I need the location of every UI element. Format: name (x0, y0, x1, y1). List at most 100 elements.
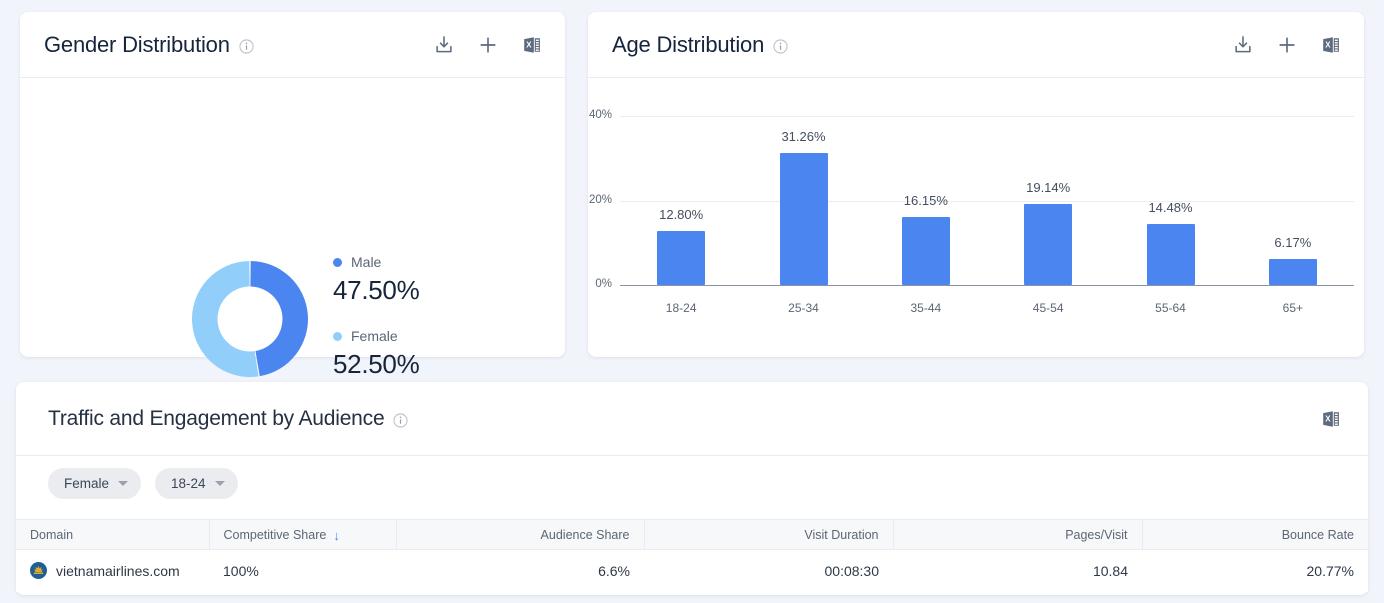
age-distribution-card: Age Distribution (588, 12, 1364, 357)
bar-55-64[interactable] (1147, 224, 1195, 285)
column-label-audience-share: Audience Share (541, 528, 630, 542)
cell-audience-share: 6.6% (396, 550, 644, 592)
bar-45-54[interactable] (1024, 204, 1072, 285)
svg-text:X: X (526, 40, 532, 49)
info-circle-icon[interactable] (239, 39, 254, 54)
column-header-domain[interactable]: Domain (16, 520, 209, 550)
legend-group-female: Female 52.50% (333, 328, 419, 380)
audience-filter-bar: Female 18-24 (48, 468, 238, 499)
svg-text:X: X (1325, 414, 1331, 423)
table-row[interactable]: vietnamairlines.com 100% 6.6% 00:08:30 1… (16, 550, 1368, 592)
gender-donut-chart (192, 261, 308, 377)
domain-name[interactable]: vietnamairlines.com (56, 563, 180, 579)
table-card-header: Traffic and Engagement by Audience X (16, 382, 1368, 456)
legend-dot-female (333, 332, 342, 341)
cell-domain: vietnamairlines.com (16, 550, 209, 592)
legend-label-male: Male (351, 254, 381, 270)
excel-export-icon[interactable]: X (1320, 34, 1342, 56)
bar-65+[interactable] (1269, 259, 1317, 285)
legend-dot-male (333, 258, 342, 267)
bar-value-label-18-24: 12.80% (631, 207, 731, 222)
audience-traffic-table: Domain Competitive Share ↓ Audience Share… (16, 519, 1368, 592)
bar-25-34[interactable] (780, 153, 828, 285)
traffic-engagement-card: Traffic and Engagement by Audience X (16, 382, 1368, 595)
donut-slice-female[interactable] (192, 261, 258, 377)
excel-export-icon[interactable]: X (1320, 408, 1342, 430)
age-card-actions: X (1232, 34, 1342, 56)
cell-visit-duration: 00:08:30 (644, 550, 893, 592)
column-header-competitive-share[interactable]: Competitive Share ↓ (209, 520, 396, 550)
column-header-pages-per-visit[interactable]: Pages/Visit (893, 520, 1142, 550)
legend-group-male: Male 47.50% (333, 254, 419, 306)
column-header-bounce-rate[interactable]: Bounce Rate (1142, 520, 1368, 550)
svg-text:X: X (1325, 40, 1331, 49)
competitive-share-value: 100% (223, 563, 266, 579)
x-axis-line (620, 285, 1354, 286)
plus-icon[interactable] (1276, 34, 1298, 56)
dashboard-page: Gender Distribution (0, 0, 1384, 603)
legend-label-female: Female (351, 328, 398, 344)
column-header-visit-duration[interactable]: Visit Duration (644, 520, 893, 550)
age-card-header: Age Distribution (588, 12, 1364, 78)
age-chart-body: 0%20%40%12.80%18-2431.26%25-3416.15%35-4… (588, 78, 1364, 356)
table-header-row: Domain Competitive Share ↓ Audience Share… (16, 520, 1368, 550)
bar-18-24[interactable] (657, 231, 705, 285)
legend-value-female: 52.50% (333, 349, 419, 380)
x-axis-tick-35-44: 35-44 (876, 301, 976, 315)
bar-value-label-55-64: 14.48% (1121, 200, 1221, 215)
bar-value-label-35-44: 16.15% (876, 193, 976, 208)
gender-card-title: Gender Distribution (44, 32, 230, 58)
info-circle-icon[interactable] (393, 413, 408, 428)
table-body: vietnamairlines.com 100% 6.6% 00:08:30 1… (16, 550, 1368, 592)
table-card-title: Traffic and Engagement by Audience (48, 407, 384, 431)
cell-competitive-share: 100% (209, 550, 396, 592)
y-axis-tick-0%: 0% (572, 278, 612, 290)
download-icon[interactable] (433, 34, 455, 56)
download-icon[interactable] (1232, 34, 1254, 56)
gender-distribution-card: Gender Distribution (20, 12, 565, 357)
x-axis-tick-18-24: 18-24 (631, 301, 731, 315)
x-axis-tick-45-54: 45-54 (998, 301, 1098, 315)
gender-card-actions: X (433, 34, 543, 56)
x-axis-tick-55-64: 55-64 (1121, 301, 1221, 315)
table-card-actions: X (1320, 408, 1342, 430)
cell-pages-per-visit: 10.84 (893, 550, 1142, 592)
excel-export-icon[interactable]: X (521, 34, 543, 56)
donut-slice-male[interactable] (250, 261, 308, 376)
column-label-competitive-share: Competitive Share (224, 528, 327, 542)
gender-card-header: Gender Distribution (20, 12, 565, 78)
chevron-down-icon (118, 481, 128, 486)
info-circle-icon[interactable] (773, 39, 788, 54)
bar-value-label-45-54: 19.14% (998, 180, 1098, 195)
age-card-title: Age Distribution (612, 32, 764, 58)
gender-filter-dropdown[interactable]: Female (48, 468, 141, 499)
vietnamairlines-favicon (30, 562, 47, 579)
gender-chart-body: Male 47.50% Female 52.50% (20, 78, 565, 356)
gender-legend: Male 47.50% Female 52.50% (333, 254, 419, 402)
gridline-20 (620, 201, 1354, 202)
y-axis-tick-20%: 20% (572, 194, 612, 206)
bar-35-44[interactable] (902, 217, 950, 285)
chevron-down-icon (215, 481, 225, 486)
legend-value-male: 47.50% (333, 275, 419, 306)
plus-icon[interactable] (477, 34, 499, 56)
sort-descending-icon[interactable]: ↓ (333, 529, 340, 542)
bar-value-label-25-34: 31.26% (754, 129, 854, 144)
column-label-pages-per-visit: Pages/Visit (1065, 528, 1127, 542)
column-header-audience-share[interactable]: Audience Share (396, 520, 644, 550)
age-filter-dropdown[interactable]: 18-24 (155, 468, 238, 499)
x-axis-tick-25-34: 25-34 (754, 301, 854, 315)
age-filter-value: 18-24 (171, 476, 206, 491)
column-label-visit-duration: Visit Duration (804, 528, 878, 542)
y-axis-tick-40%: 40% (572, 109, 612, 121)
table-head: Domain Competitive Share ↓ Audience Share… (16, 520, 1368, 550)
age-bar-chart: 0%20%40%12.80%18-2431.26%25-3416.15%35-4… (588, 78, 1364, 356)
column-label-domain: Domain (30, 528, 73, 542)
competitive-share-bar (279, 566, 382, 575)
cell-bounce-rate: 20.77% (1142, 550, 1368, 592)
column-label-bounce-rate: Bounce Rate (1282, 528, 1354, 542)
gender-filter-value: Female (64, 476, 109, 491)
bar-value-label-65+: 6.17% (1243, 235, 1343, 250)
gridline-40 (620, 116, 1354, 117)
x-axis-tick-65+: 65+ (1243, 301, 1343, 315)
